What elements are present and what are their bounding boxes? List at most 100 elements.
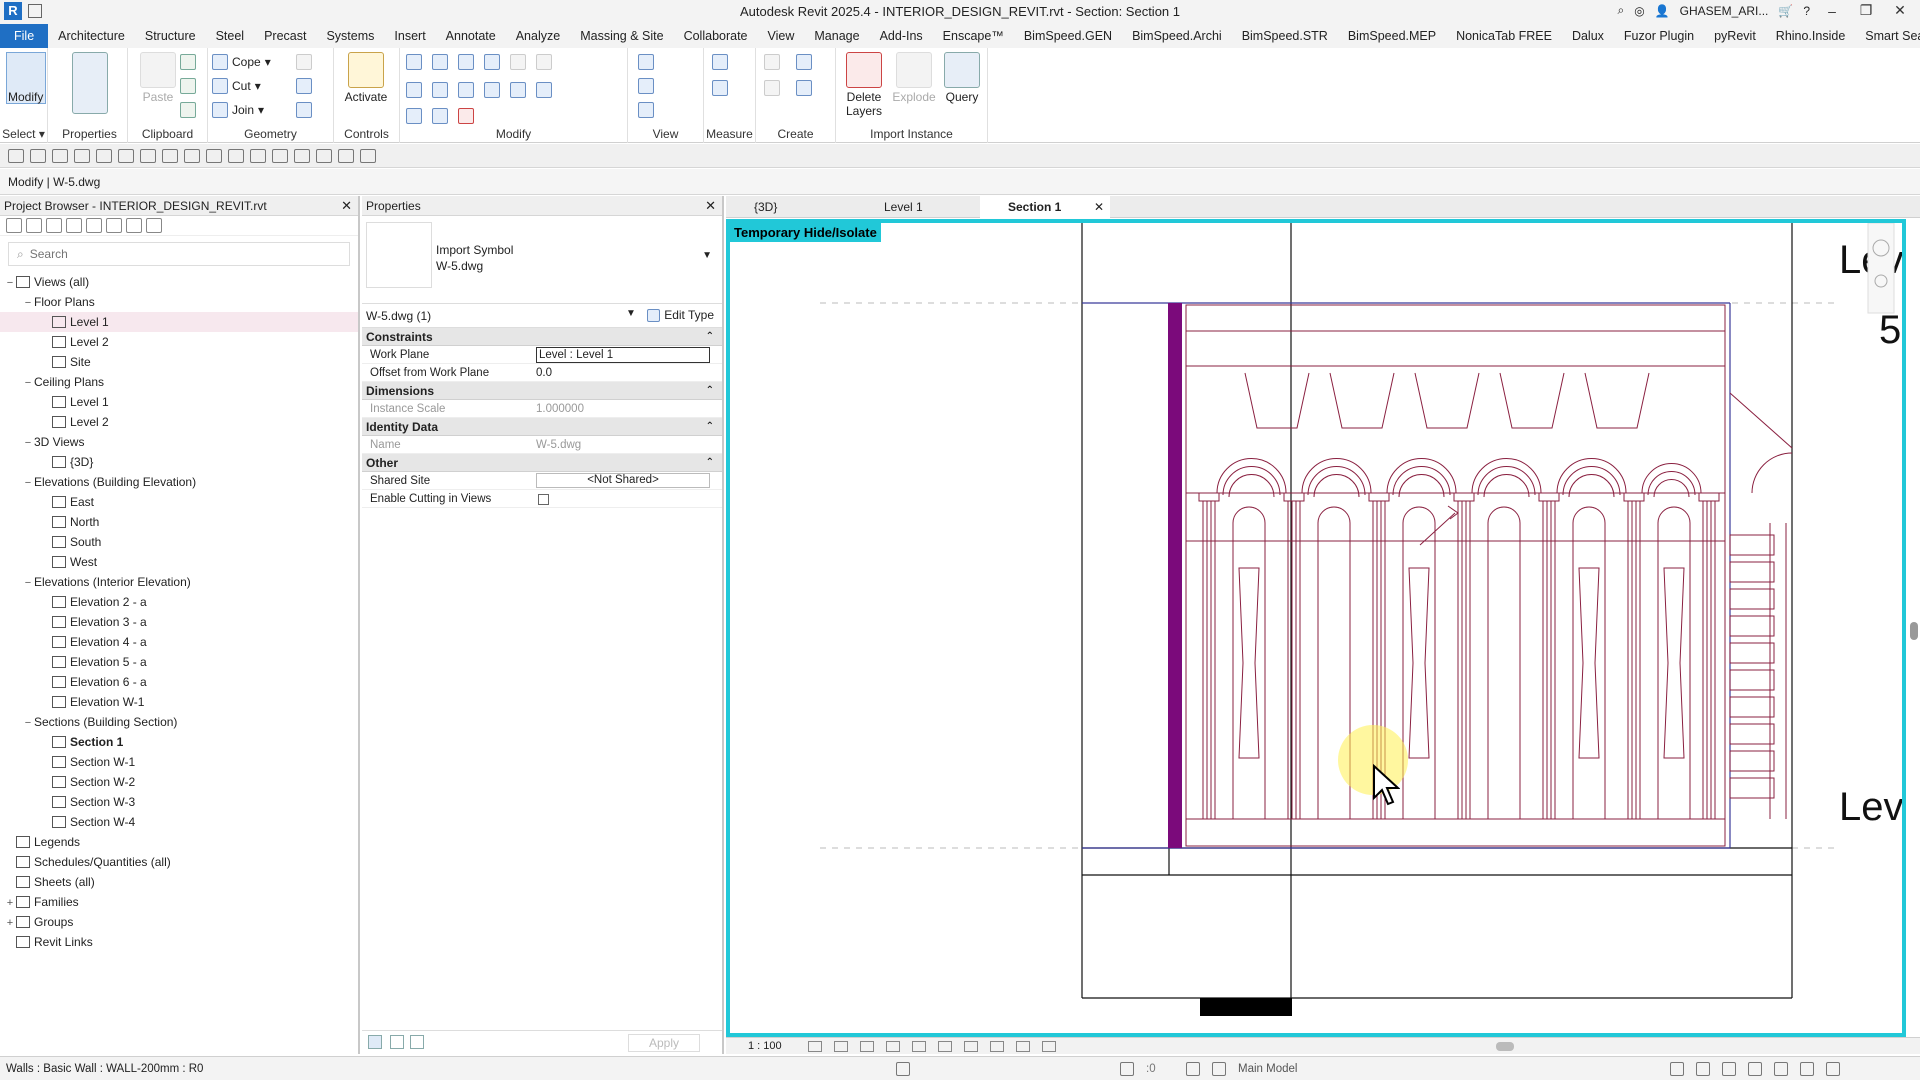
properties-button[interactable]: [64, 52, 116, 116]
sheets-icon[interactable]: [46, 218, 62, 233]
rotate-icon[interactable]: [458, 82, 474, 98]
text-icon[interactable]: [228, 148, 244, 163]
copy-element-icon[interactable]: [432, 82, 448, 98]
tab-section-1[interactable]: Section 1 ✕: [980, 196, 1110, 218]
ribbon-tab-precast[interactable]: Precast: [254, 24, 316, 48]
cart-icon[interactable]: 🛒: [1778, 4, 1793, 18]
temp-hide-icon[interactable]: [990, 1041, 1004, 1052]
trim-icon[interactable]: [484, 82, 500, 98]
chevron-down-icon[interactable]: ▼: [626, 308, 636, 319]
reveal-hidden-icon[interactable]: [1016, 1041, 1030, 1052]
property-value[interactable]: Level : Level 1: [534, 346, 722, 363]
join-button[interactable]: Join ▾: [212, 102, 264, 118]
dimension-icon[interactable]: [712, 80, 728, 96]
ribbon-tab-manage[interactable]: Manage: [804, 24, 869, 48]
property-value[interactable]: 0.0: [534, 364, 722, 381]
chevron-down-icon[interactable]: ▼: [702, 250, 712, 261]
browser-item[interactable]: Section W-4: [0, 812, 358, 832]
browser-item[interactable]: + Groups: [0, 912, 358, 932]
ribbon-tab-file[interactable]: File: [0, 24, 49, 48]
create-group-icon[interactable]: [764, 54, 780, 70]
sort-desc-icon[interactable]: [410, 1035, 424, 1049]
view-scale[interactable]: 1 : 100: [748, 1040, 782, 1052]
close-icon[interactable]: ✕: [705, 196, 716, 216]
browser-item[interactable]: South: [0, 532, 358, 552]
views-icon[interactable]: [26, 218, 42, 233]
search-input[interactable]: [29, 247, 310, 261]
unpin-icon[interactable]: [432, 108, 448, 124]
revit-links-icon[interactable]: [146, 218, 162, 233]
paint-icon[interactable]: [296, 102, 312, 118]
switch-windows-icon[interactable]: [338, 148, 354, 163]
split-icon[interactable]: [510, 54, 526, 70]
binoculars-icon[interactable]: ◎: [1634, 4, 1644, 18]
browser-item[interactable]: Section 1: [0, 732, 358, 752]
print-icon[interactable]: [140, 148, 156, 163]
expand-toggle-icon[interactable]: −: [22, 373, 34, 393]
expand-toggle-icon[interactable]: +: [4, 893, 16, 913]
tab-3d[interactable]: {3D}: [726, 196, 830, 218]
ribbon-tab-analyze[interactable]: Analyze: [506, 24, 570, 48]
analytical-icon[interactable]: [1042, 1041, 1056, 1052]
hide-element-icon[interactable]: [638, 102, 654, 118]
sort-asc-icon[interactable]: [390, 1035, 404, 1049]
ribbon-tab-structure[interactable]: Structure: [135, 24, 206, 48]
minimize-button[interactable]: –: [1820, 3, 1844, 19]
default-3d-icon[interactable]: [250, 148, 266, 163]
browser-item[interactable]: Section W-1: [0, 752, 358, 772]
ribbon-tab-architecture[interactable]: Architecture: [48, 24, 135, 48]
ribbon-tab-bimspeed-str[interactable]: BimSpeed.STR: [1232, 24, 1338, 48]
schedules-icon[interactable]: [66, 218, 82, 233]
ribbon-tab-massing-site[interactable]: Massing & Site: [570, 24, 673, 48]
activate-button[interactable]: Activate: [340, 52, 392, 104]
delete-layers-button[interactable]: Delete Layers: [838, 52, 890, 118]
property-value-text[interactable]: Level : Level 1: [536, 347, 710, 363]
new-icon[interactable]: [8, 148, 24, 163]
ribbon-tab-steel[interactable]: Steel: [206, 24, 255, 48]
browser-item[interactable]: − Views (all): [0, 272, 358, 292]
design-options-icon[interactable]: [1186, 1062, 1200, 1076]
browser-item[interactable]: Legends: [0, 832, 358, 852]
ribbon-tab-bimspeed-mep[interactable]: BimSpeed.MEP: [1338, 24, 1446, 48]
ribbon-tab-bimspeed-archi[interactable]: BimSpeed.Archi: [1122, 24, 1232, 48]
select-pinned-icon[interactable]: [1722, 1062, 1736, 1076]
create-parts-icon[interactable]: [796, 54, 812, 70]
open-icon[interactable]: [30, 148, 46, 163]
select-by-face-icon[interactable]: [1748, 1062, 1762, 1076]
browser-item[interactable]: − Elevations (Building Elevation): [0, 472, 358, 492]
match-type-icon[interactable]: [180, 102, 196, 118]
tab-level-1[interactable]: Level 1: [856, 196, 980, 218]
measure-qat-icon[interactable]: [162, 148, 178, 163]
delete-icon[interactable]: [458, 108, 474, 124]
browser-item[interactable]: Elevation 2 - a: [0, 592, 358, 612]
filter-icon[interactable]: [1826, 1062, 1840, 1076]
ribbon-tab-pyrevit[interactable]: pyRevit: [1704, 24, 1766, 48]
expand-toggle-icon[interactable]: −: [22, 473, 34, 493]
select-underlay-icon[interactable]: [1696, 1062, 1710, 1076]
expand-toggle-icon[interactable]: −: [22, 293, 34, 313]
property-value-text[interactable]: <Not Shared>: [536, 473, 710, 488]
browser-item[interactable]: Elevation 5 - a: [0, 652, 358, 672]
paste-button[interactable]: Paste: [132, 52, 184, 104]
browser-item[interactable]: Level 1: [0, 312, 358, 332]
sun-path-icon[interactable]: [860, 1041, 874, 1052]
copy-icon[interactable]: [180, 78, 196, 94]
tag-icon[interactable]: [206, 148, 222, 163]
browser-item[interactable]: − Floor Plans: [0, 292, 358, 312]
cut-clip-icon[interactable]: [180, 54, 196, 70]
browser-item[interactable]: Elevation 6 - a: [0, 672, 358, 692]
browser-item[interactable]: − Ceiling Plans: [0, 372, 358, 392]
close-hidden-icon[interactable]: [316, 148, 332, 163]
browser-item[interactable]: Level 2: [0, 332, 358, 352]
background-process-icon[interactable]: [1800, 1062, 1814, 1076]
explode-button[interactable]: Explode: [888, 52, 940, 104]
links-icon[interactable]: [126, 218, 142, 233]
browser-item[interactable]: Elevation 3 - a: [0, 612, 358, 632]
dimension-qat-icon[interactable]: [184, 148, 200, 163]
align-icon[interactable]: [406, 54, 422, 70]
section-view[interactable]: Level 2 5450 Level 1 0: [730, 223, 1902, 1033]
sort-group-icon[interactable]: [368, 1035, 382, 1049]
browser-item[interactable]: West: [0, 552, 358, 572]
browser-item[interactable]: − Sections (Building Section): [0, 712, 358, 732]
type-selector[interactable]: Import Symbol W-5.dwg ▼: [362, 216, 722, 304]
